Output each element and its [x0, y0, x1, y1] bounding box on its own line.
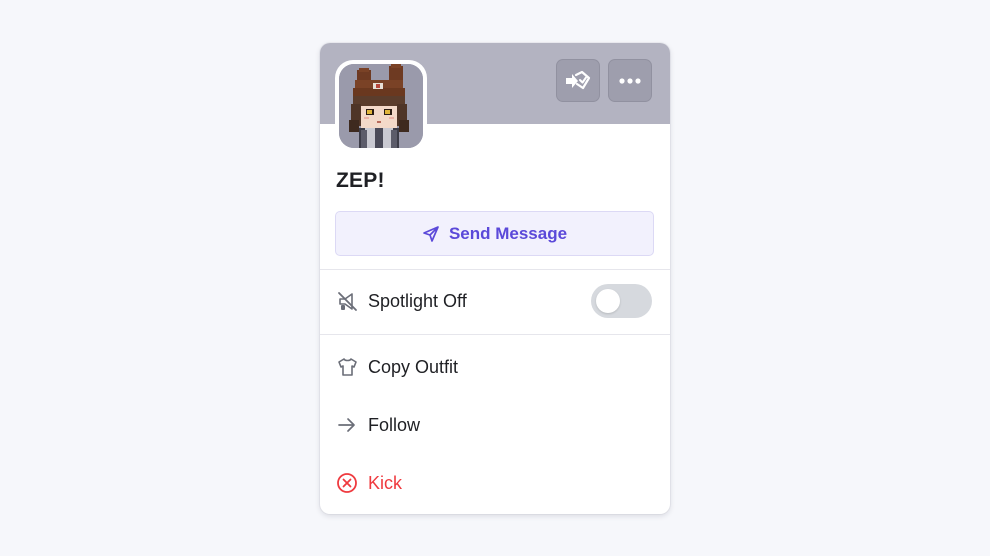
profile-name: ZEP! — [336, 169, 385, 192]
send-message-label: Send Message — [448, 223, 568, 243]
pixel-character-avatar — [339, 64, 423, 148]
send-icon — [423, 225, 439, 242]
transfer-host-button[interactable] — [556, 59, 600, 102]
avatar-image — [339, 64, 423, 148]
arrow-right-icon — [336, 414, 358, 436]
menu-item-kick[interactable]: Kick — [336, 466, 654, 500]
spotlight-row: Spotlight Off — [336, 284, 576, 318]
shirt-icon — [336, 356, 358, 378]
more-options-button[interactable] — [608, 59, 652, 102]
send-message-button[interactable]: Send Message — [335, 211, 654, 256]
menu-item-follow[interactable]: Follow — [336, 408, 654, 442]
spotlight-label: Spotlight Off — [368, 290, 467, 311]
menu-item-copy-outfit[interactable]: Copy Outfit — [336, 350, 654, 384]
user-profile-card: ZEP! Send Message Spotlight Off Copy Out… — [320, 43, 670, 514]
copy-outfit-label: Copy Outfit — [368, 356, 459, 377]
kick-label: Kick — [368, 472, 403, 493]
more-options-icon — [619, 77, 641, 84]
transfer-host-icon — [566, 70, 591, 89]
spotlight-toggle[interactable] — [591, 284, 652, 318]
divider — [320, 334, 670, 335]
circle-x-icon — [336, 472, 358, 494]
spotlight-off-icon — [336, 290, 358, 312]
avatar[interactable] — [335, 60, 427, 152]
toggle-knob — [596, 289, 620, 313]
divider — [320, 269, 670, 270]
follow-label: Follow — [368, 414, 421, 435]
